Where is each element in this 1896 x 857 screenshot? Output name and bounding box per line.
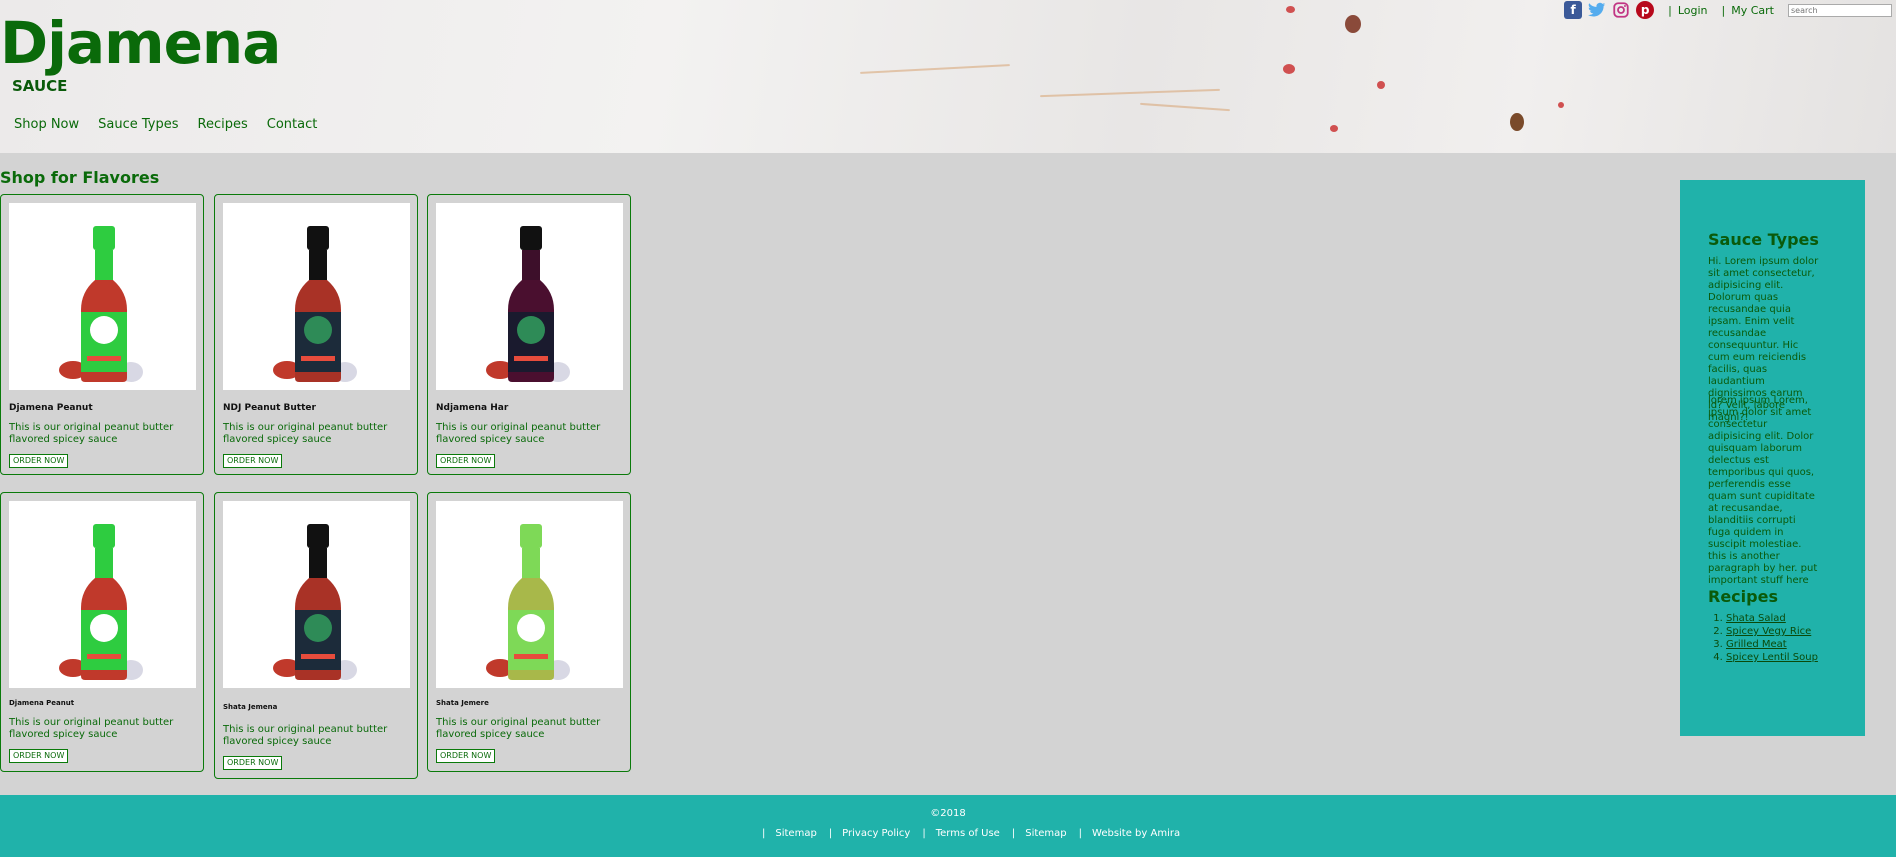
divider: | bbox=[1078, 828, 1083, 839]
site-logo-subtitle: SAUCE bbox=[12, 77, 68, 95]
header-decoration bbox=[1286, 6, 1295, 13]
login-link[interactable]: Login bbox=[1678, 4, 1708, 17]
recipe-link[interactable]: Spicey Lentil Soup bbox=[1726, 652, 1818, 663]
nav-sauce-types[interactable]: Sauce Types bbox=[98, 117, 178, 132]
header-decoration bbox=[1330, 125, 1338, 132]
product-name: NDJ Peanut Butter bbox=[223, 403, 316, 413]
footer-link-privacy[interactable]: Privacy Policy bbox=[842, 828, 910, 839]
site-header: Djamena SAUCE Shop Now Sauce Types Recip… bbox=[0, 0, 1896, 153]
product-card: Djamena Peanut This is our original peanu… bbox=[0, 194, 204, 475]
list-item: Shata Salad bbox=[1726, 612, 1818, 625]
list-item: Spicey Vegy Rice bbox=[1726, 625, 1818, 638]
product-image[interactable] bbox=[436, 501, 623, 688]
divider: | bbox=[1721, 3, 1726, 17]
product-image[interactable] bbox=[9, 501, 196, 688]
recipe-list: Shata Salad Spicey Vegy Rice Grilled Mea… bbox=[1708, 612, 1818, 664]
product-card: Shata Jemere This is our original peanut … bbox=[427, 492, 631, 772]
facebook-icon[interactable]: f bbox=[1564, 1, 1583, 19]
product-image[interactable] bbox=[223, 501, 410, 688]
header-decoration bbox=[1377, 81, 1385, 89]
sauce-bottle-icon bbox=[58, 226, 143, 382]
divider: | bbox=[762, 828, 766, 839]
twitter-icon[interactable] bbox=[1588, 1, 1606, 19]
footer-link-terms[interactable]: Terms of Use bbox=[936, 828, 1000, 839]
product-description: This is our original peanut butter flavo… bbox=[436, 422, 601, 445]
header-decoration bbox=[1510, 113, 1524, 131]
header-decoration bbox=[1040, 88, 1220, 98]
copyright: ©2018 bbox=[930, 808, 966, 819]
product-name: Djamena Peanut bbox=[9, 699, 75, 707]
divider: | bbox=[1668, 3, 1672, 17]
product-card: Shata Jemena This is our original peanut … bbox=[214, 492, 418, 779]
sauce-bottle-icon bbox=[485, 524, 570, 680]
order-now-button[interactable]: ORDER NOW bbox=[9, 454, 69, 468]
recipe-link[interactable]: Spicey Vegy Rice bbox=[1726, 626, 1811, 637]
divider: | bbox=[1011, 828, 1016, 839]
nav-contact[interactable]: Contact bbox=[267, 117, 318, 132]
product-image[interactable] bbox=[436, 203, 623, 390]
order-now-button[interactable]: ORDER NOW bbox=[9, 749, 69, 763]
header-decoration bbox=[1345, 15, 1361, 33]
product-card: Djamena Peanut This is our original peanu… bbox=[0, 492, 204, 772]
product-name: Ndjamena Har bbox=[436, 403, 509, 413]
product-description: This is our original peanut butter flavo… bbox=[223, 422, 388, 445]
product-description: This is our original peanut butter flavo… bbox=[436, 717, 601, 740]
product-image[interactable] bbox=[223, 203, 410, 390]
product-card: NDJ Peanut Butter This is our original pe… bbox=[214, 194, 418, 475]
product-name: Shata Jemere bbox=[436, 699, 489, 707]
cart-link[interactable]: My Cart bbox=[1731, 4, 1774, 17]
sauce-bottle-icon bbox=[58, 524, 143, 680]
footer-link-sitemap[interactable]: Sitemap bbox=[775, 828, 816, 839]
footer-link-sitemap-2[interactable]: Sitemap bbox=[1025, 828, 1066, 839]
top-utility-bar: f p | Login | My Cart bbox=[1564, 0, 1896, 20]
main-nav: Shop Now Sauce Types Recipes Contact bbox=[14, 117, 336, 132]
order-now-button[interactable]: ORDER NOW bbox=[223, 454, 283, 468]
product-description: This is our original peanut butter flavo… bbox=[223, 724, 388, 747]
recipe-link[interactable]: Shata Salad bbox=[1726, 613, 1786, 624]
list-item: Grilled Meat bbox=[1726, 638, 1818, 651]
recipe-link[interactable]: Grilled Meat bbox=[1726, 639, 1787, 650]
sidebar-sauce-title: Sauce Types bbox=[1708, 230, 1819, 249]
order-now-button[interactable]: ORDER NOW bbox=[436, 454, 496, 468]
site-logo[interactable]: Djamena bbox=[0, 14, 281, 72]
product-description: This is our original peanut butter flavo… bbox=[9, 422, 174, 445]
sidebar: Sauce Types Hi. Lorem ipsum dolor sit am… bbox=[1680, 180, 1865, 736]
header-decoration bbox=[1283, 64, 1295, 74]
sauce-bottle-icon bbox=[272, 524, 357, 680]
sauce-bottle-icon bbox=[485, 226, 570, 382]
product-description: This is our original peanut butter flavo… bbox=[9, 717, 174, 740]
divider: | bbox=[922, 828, 926, 839]
sauce-bottle-icon bbox=[272, 226, 357, 382]
header-decoration bbox=[860, 64, 1010, 74]
section-title: Shop for Flavores bbox=[0, 168, 160, 187]
footer-credit-link[interactable]: Website by Amira bbox=[1092, 828, 1180, 839]
search-input[interactable] bbox=[1788, 3, 1892, 17]
nav-recipes[interactable]: Recipes bbox=[198, 117, 248, 132]
pinterest-icon[interactable]: p bbox=[1636, 1, 1655, 19]
product-image[interactable] bbox=[9, 203, 196, 390]
divider: | bbox=[828, 828, 833, 839]
site-footer: ©2018 | Sitemap | Privacy Policy | Terms… bbox=[0, 795, 1896, 857]
order-now-button[interactable]: ORDER NOW bbox=[223, 756, 283, 770]
product-card: Ndjamena Har This is our original peanut … bbox=[427, 194, 631, 475]
order-now-button[interactable]: ORDER NOW bbox=[436, 749, 496, 763]
product-name: Djamena Peanut bbox=[9, 403, 93, 413]
product-name: Shata Jemena bbox=[223, 703, 278, 711]
sidebar-paragraph: lorem ipsum Lorem, ipsum dolor sit amet … bbox=[1708, 395, 1818, 586]
sidebar-recipes-title: Recipes bbox=[1708, 587, 1778, 606]
instagram-icon[interactable] bbox=[1612, 1, 1630, 19]
nav-shop-now[interactable]: Shop Now bbox=[14, 117, 79, 132]
header-decoration bbox=[1558, 102, 1564, 108]
list-item: Spicey Lentil Soup bbox=[1726, 651, 1818, 664]
footer-links: | Sitemap | Privacy Policy | Terms of Us… bbox=[762, 828, 1192, 839]
header-decoration bbox=[1140, 102, 1230, 112]
